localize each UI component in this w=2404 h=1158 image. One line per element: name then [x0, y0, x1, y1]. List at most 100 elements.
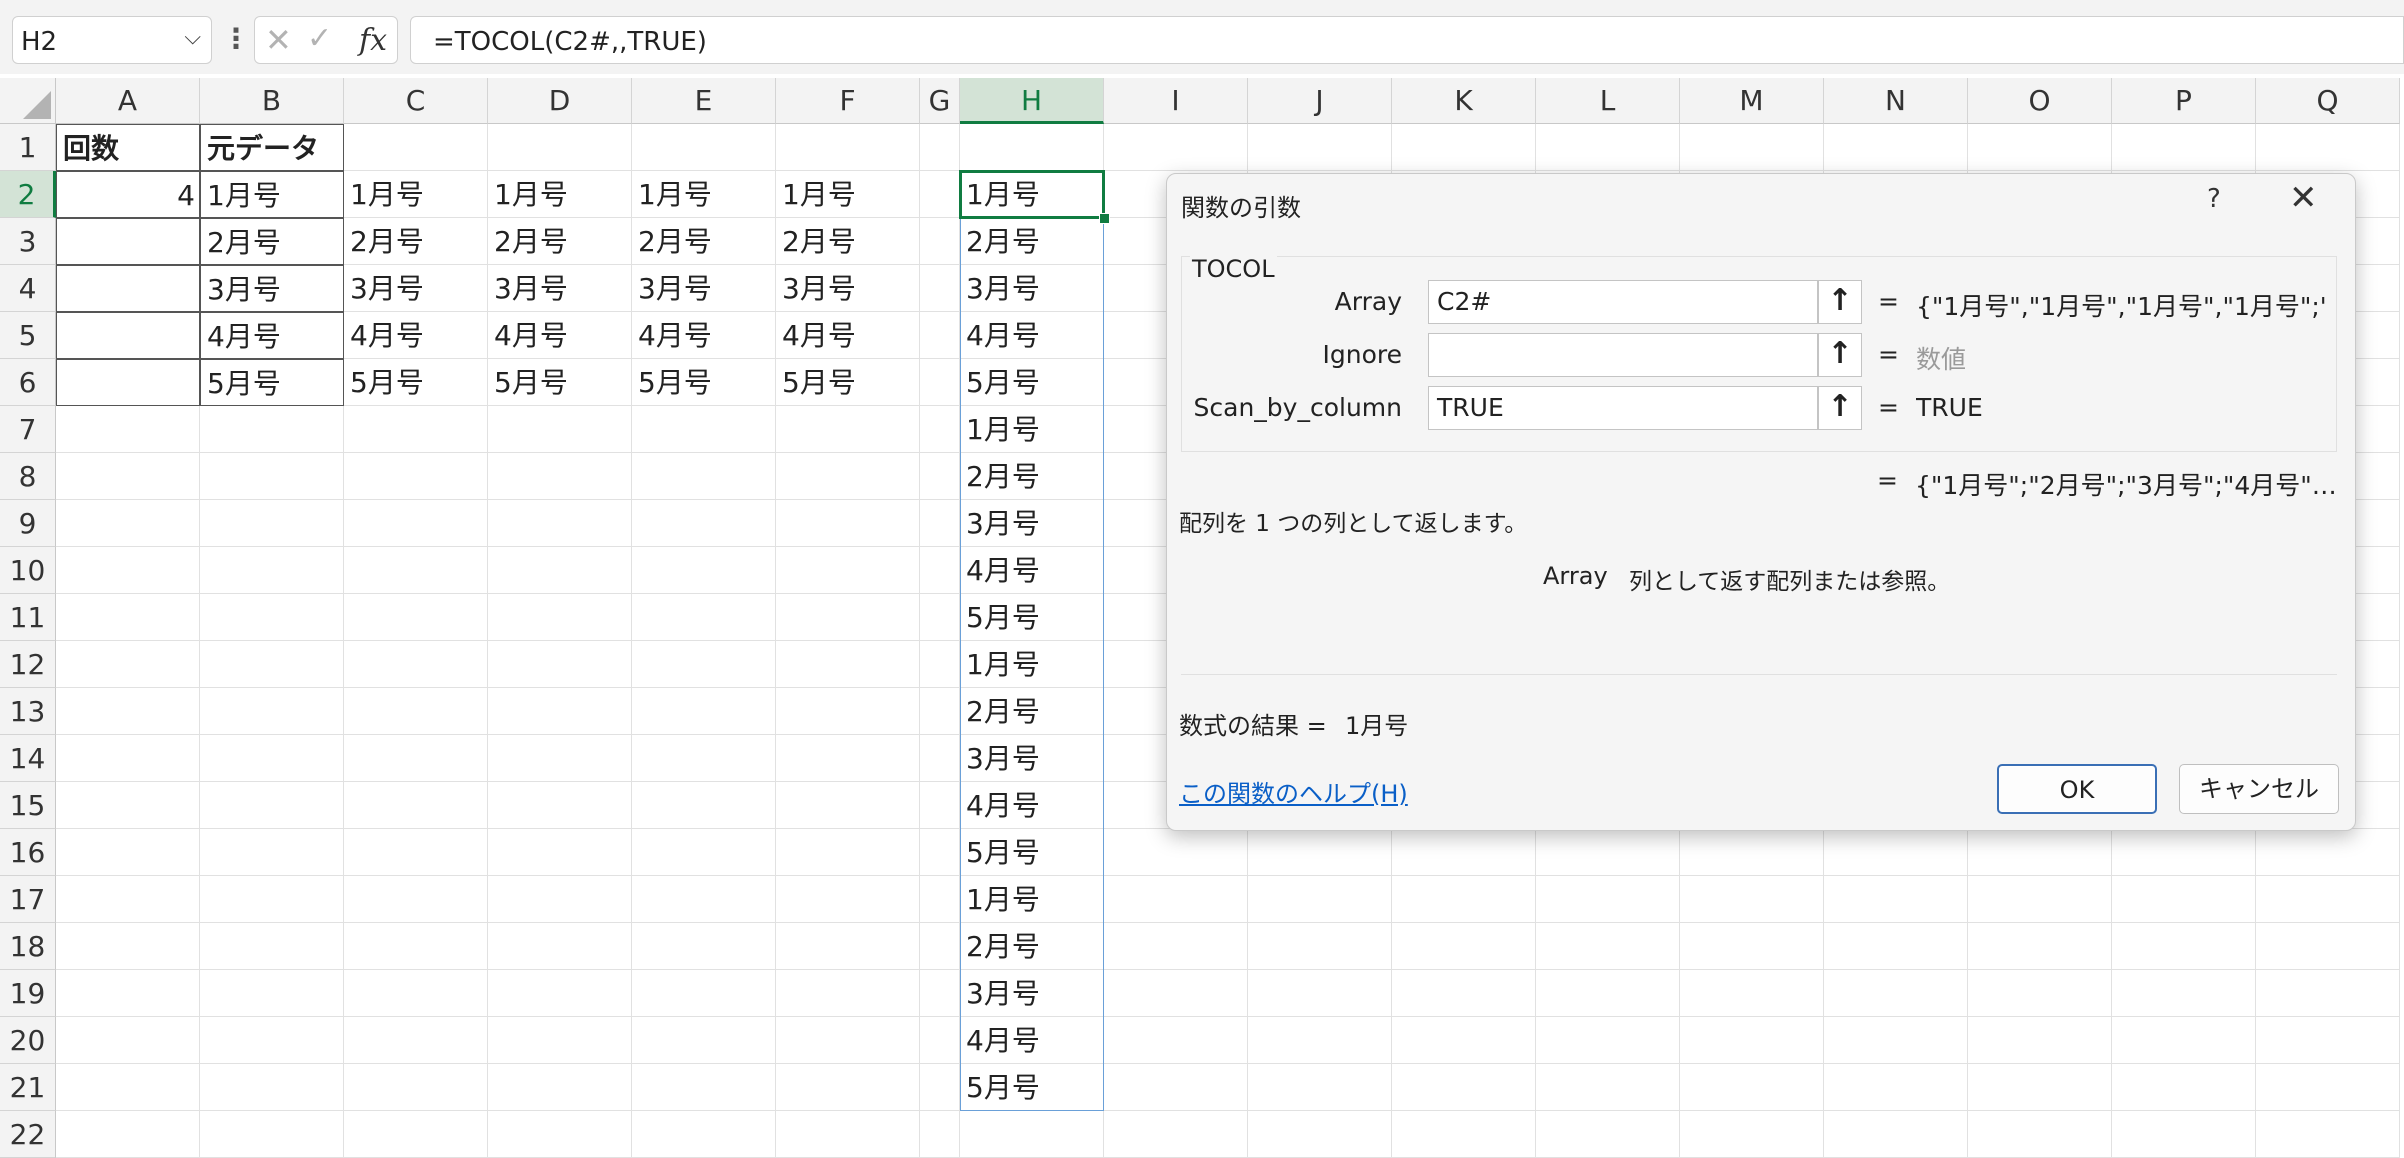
row-header-13[interactable]: 13: [0, 688, 56, 735]
cell-i18[interactable]: [1104, 923, 1248, 970]
cell-h7[interactable]: 1月号: [960, 406, 1104, 453]
cell-d4[interactable]: 3月号: [488, 265, 632, 312]
cell-m17[interactable]: [1680, 876, 1824, 923]
cell-f1[interactable]: [776, 124, 920, 171]
cell-g3[interactable]: [920, 218, 960, 265]
cell-c10[interactable]: [344, 547, 488, 594]
cell-a2[interactable]: 4: [56, 171, 200, 218]
cell-g7[interactable]: [920, 406, 960, 453]
cell-h17[interactable]: 1月号: [960, 876, 1104, 923]
cell-c13[interactable]: [344, 688, 488, 735]
cell-k20[interactable]: [1392, 1017, 1536, 1064]
cell-b4[interactable]: 3月号: [200, 265, 344, 312]
cell-g18[interactable]: [920, 923, 960, 970]
cell-e6[interactable]: 5月号: [632, 359, 776, 406]
row-header-16[interactable]: 16: [0, 829, 56, 876]
cell-h11[interactable]: 5月号: [960, 594, 1104, 641]
help-icon[interactable]: ?: [2207, 184, 2221, 214]
cell-e20[interactable]: [632, 1017, 776, 1064]
column-header-k[interactable]: K: [1392, 78, 1536, 124]
cell-m20[interactable]: [1680, 1017, 1824, 1064]
cell-g21[interactable]: [920, 1064, 960, 1111]
column-header-c[interactable]: C: [344, 78, 488, 124]
cell-a15[interactable]: [56, 782, 200, 829]
cell-a11[interactable]: [56, 594, 200, 641]
cell-d2[interactable]: 1月号: [488, 171, 632, 218]
cell-l19[interactable]: [1536, 970, 1680, 1017]
cell-d11[interactable]: [488, 594, 632, 641]
row-header-10[interactable]: 10: [0, 547, 56, 594]
cell-m18[interactable]: [1680, 923, 1824, 970]
cell-b17[interactable]: [200, 876, 344, 923]
cell-a19[interactable]: [56, 970, 200, 1017]
cell-l17[interactable]: [1536, 876, 1680, 923]
cell-f21[interactable]: [776, 1064, 920, 1111]
cell-b16[interactable]: [200, 829, 344, 876]
cell-b13[interactable]: [200, 688, 344, 735]
cell-c20[interactable]: [344, 1017, 488, 1064]
cell-f2[interactable]: 1月号: [776, 171, 920, 218]
cell-a16[interactable]: [56, 829, 200, 876]
cell-q19[interactable]: [2256, 970, 2400, 1017]
row-header-2[interactable]: 2: [0, 171, 56, 218]
cell-g14[interactable]: [920, 735, 960, 782]
cell-g11[interactable]: [920, 594, 960, 641]
cell-e2[interactable]: 1月号: [632, 171, 776, 218]
cell-g10[interactable]: [920, 547, 960, 594]
cell-j1[interactable]: [1248, 124, 1392, 171]
cell-n20[interactable]: [1824, 1017, 1968, 1064]
cell-b12[interactable]: [200, 641, 344, 688]
column-header-j[interactable]: J: [1248, 78, 1392, 124]
cell-f4[interactable]: 3月号: [776, 265, 920, 312]
cell-e10[interactable]: [632, 547, 776, 594]
formula-input[interactable]: =TOCOL(C2#,,TRUE): [410, 16, 2404, 64]
cell-f7[interactable]: [776, 406, 920, 453]
cell-d9[interactable]: [488, 500, 632, 547]
cell-d13[interactable]: [488, 688, 632, 735]
cell-c5[interactable]: 4月号: [344, 312, 488, 359]
cell-b6[interactable]: 5月号: [200, 359, 344, 406]
cell-e16[interactable]: [632, 829, 776, 876]
cell-d10[interactable]: [488, 547, 632, 594]
cell-n1[interactable]: [1824, 124, 1968, 171]
cell-g13[interactable]: [920, 688, 960, 735]
cell-f11[interactable]: [776, 594, 920, 641]
cell-i19[interactable]: [1104, 970, 1248, 1017]
cell-n16[interactable]: [1824, 829, 1968, 876]
cell-f10[interactable]: [776, 547, 920, 594]
cell-l20[interactable]: [1536, 1017, 1680, 1064]
cell-g1[interactable]: [920, 124, 960, 171]
cell-e12[interactable]: [632, 641, 776, 688]
row-header-17[interactable]: 17: [0, 876, 56, 923]
column-header-e[interactable]: E: [632, 78, 776, 124]
cell-h9[interactable]: 3月号: [960, 500, 1104, 547]
cell-b20[interactable]: [200, 1017, 344, 1064]
column-header-m[interactable]: M: [1680, 78, 1824, 124]
cell-f12[interactable]: [776, 641, 920, 688]
cell-i21[interactable]: [1104, 1064, 1248, 1111]
cell-c7[interactable]: [344, 406, 488, 453]
row-header-9[interactable]: 9: [0, 500, 56, 547]
cell-a5[interactable]: [56, 312, 200, 359]
collapse-dialog-icon[interactable]: ↑: [1818, 280, 1862, 324]
row-header-1[interactable]: 1: [0, 124, 56, 171]
select-all-button[interactable]: [0, 78, 56, 124]
cell-a20[interactable]: [56, 1017, 200, 1064]
column-header-b[interactable]: B: [200, 78, 344, 124]
row-header-6[interactable]: 6: [0, 359, 56, 406]
cell-e4[interactable]: 3月号: [632, 265, 776, 312]
cell-e21[interactable]: [632, 1064, 776, 1111]
cell-h13[interactable]: 2月号: [960, 688, 1104, 735]
cell-i1[interactable]: [1104, 124, 1248, 171]
cell-b8[interactable]: [200, 453, 344, 500]
cell-e1[interactable]: [632, 124, 776, 171]
cell-h15[interactable]: 4月号: [960, 782, 1104, 829]
cell-o20[interactable]: [1968, 1017, 2112, 1064]
cell-f17[interactable]: [776, 876, 920, 923]
cell-c16[interactable]: [344, 829, 488, 876]
cell-p21[interactable]: [2112, 1064, 2256, 1111]
column-header-g[interactable]: G: [920, 78, 960, 124]
cell-j17[interactable]: [1248, 876, 1392, 923]
cell-f9[interactable]: [776, 500, 920, 547]
cell-d14[interactable]: [488, 735, 632, 782]
